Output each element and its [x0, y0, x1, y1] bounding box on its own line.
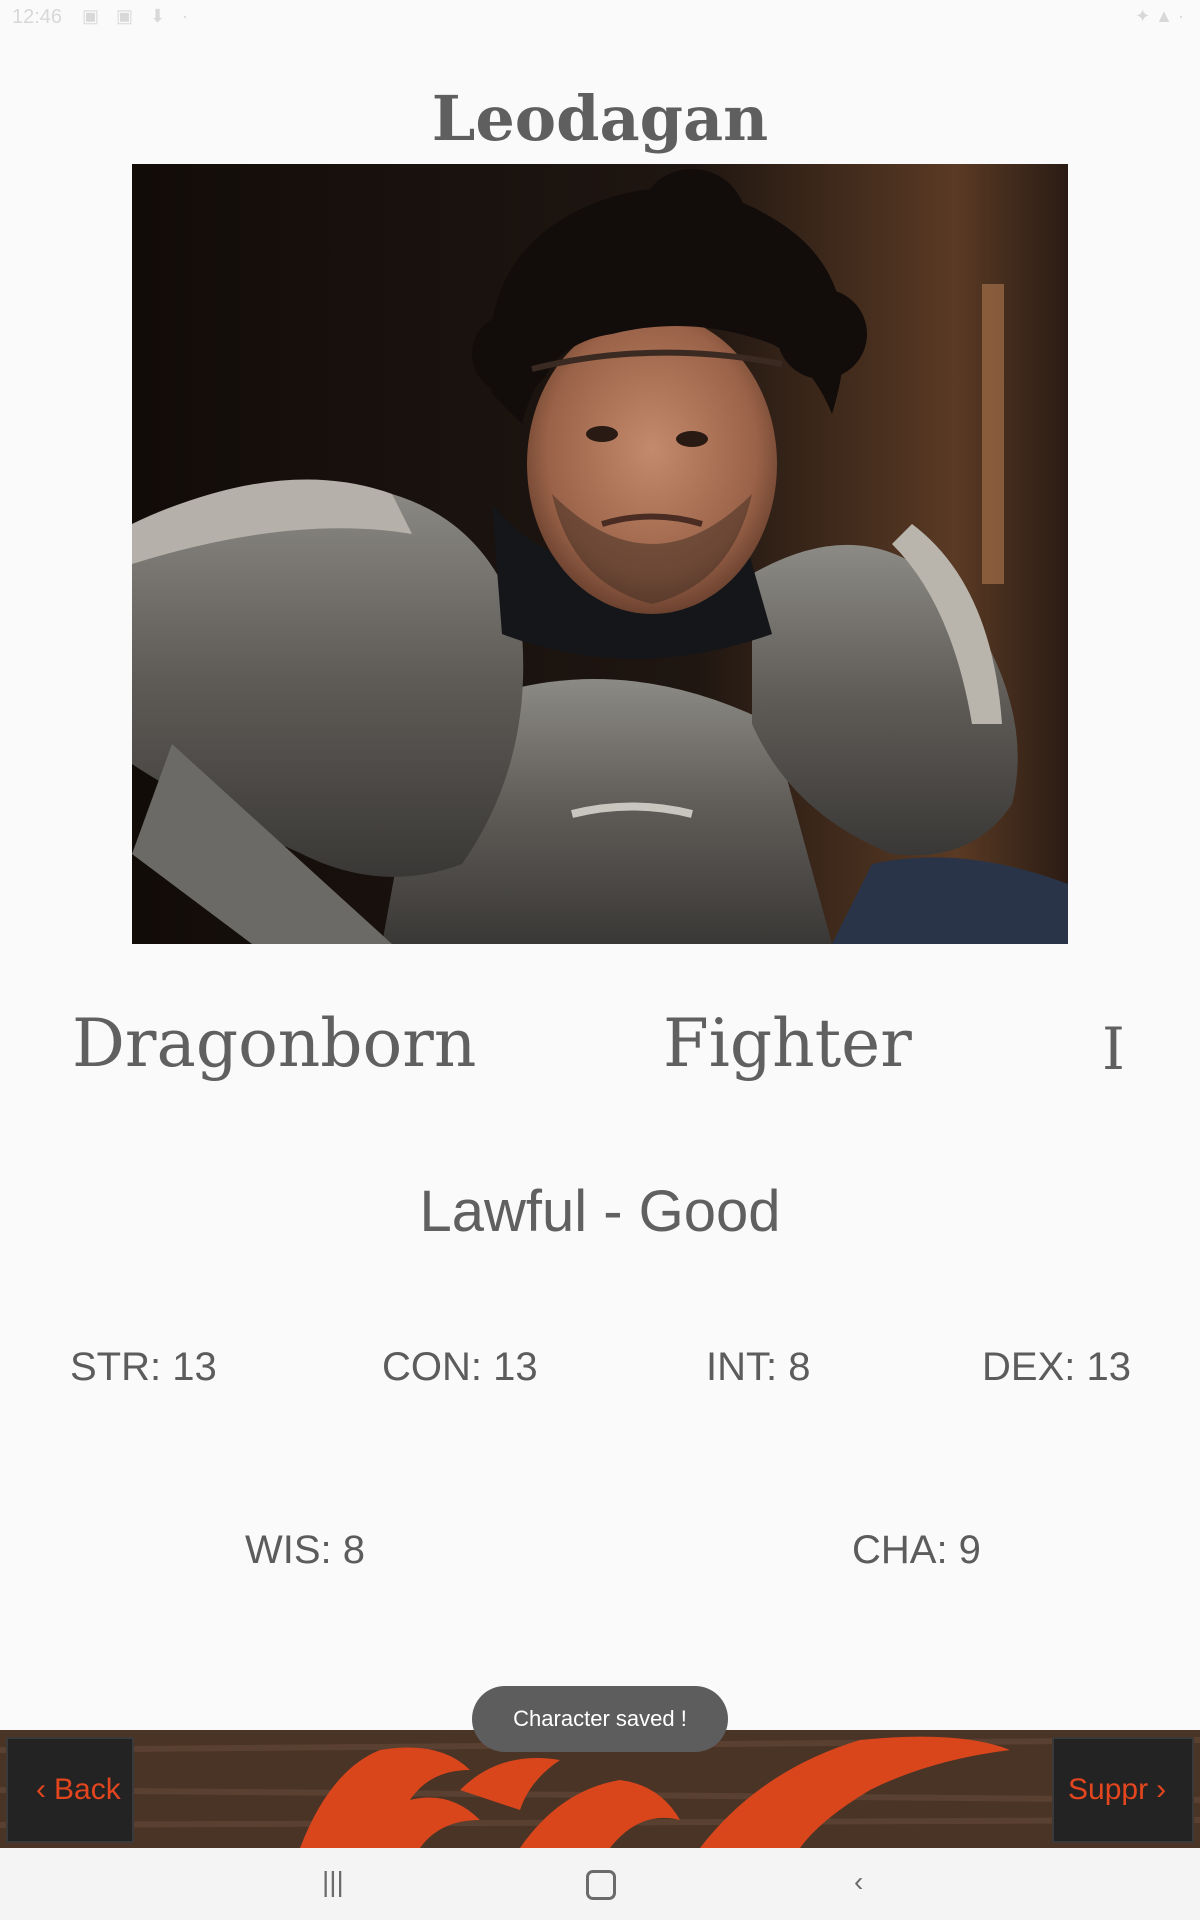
character-race: Dragonborn	[72, 1005, 477, 1082]
character-class: Fighter	[663, 1005, 912, 1082]
back-button-label: Back	[54, 1773, 121, 1806]
delete-button-label: Suppr	[1068, 1773, 1149, 1806]
stat-dex: DEX: 13	[982, 1345, 1131, 1389]
character-name: Leodagan	[431, 82, 769, 155]
chevron-left-icon: ‹	[36, 1773, 46, 1806]
character-alignment: Lawful - Good	[419, 1179, 781, 1244]
back-icon[interactable]: ‹	[854, 1866, 863, 1898]
status-notification-icons: ▣ ▣ ⬇ ·	[82, 6, 195, 26]
stat-con: CON: 13	[382, 1345, 538, 1389]
status-bar: 12:46 ▣ ▣ ⬇ · ✦ ▲ ·	[0, 0, 1200, 34]
character-portrait	[132, 164, 1068, 944]
character-level: I	[1102, 1015, 1125, 1083]
stat-str: STR: 13	[70, 1345, 217, 1389]
stat-wis: WIS: 8	[245, 1528, 366, 1572]
stat-int: INT: 8	[706, 1345, 811, 1389]
home-icon[interactable]	[586, 1870, 616, 1900]
stat-cha: CHA: 9	[852, 1528, 981, 1572]
system-navigation-bar: ||| ‹	[0, 1848, 1200, 1920]
status-time: 12:46	[12, 6, 63, 28]
status-system-icons: ✦ ▲ ·	[1135, 6, 1184, 26]
back-button[interactable]: ‹ Back	[6, 1737, 134, 1843]
toast-message: Character saved !	[472, 1686, 728, 1752]
recent-apps-icon[interactable]: |||	[322, 1866, 344, 1898]
chevron-right-icon: ›	[1156, 1773, 1167, 1806]
delete-button[interactable]: Suppr ›	[1052, 1737, 1194, 1843]
